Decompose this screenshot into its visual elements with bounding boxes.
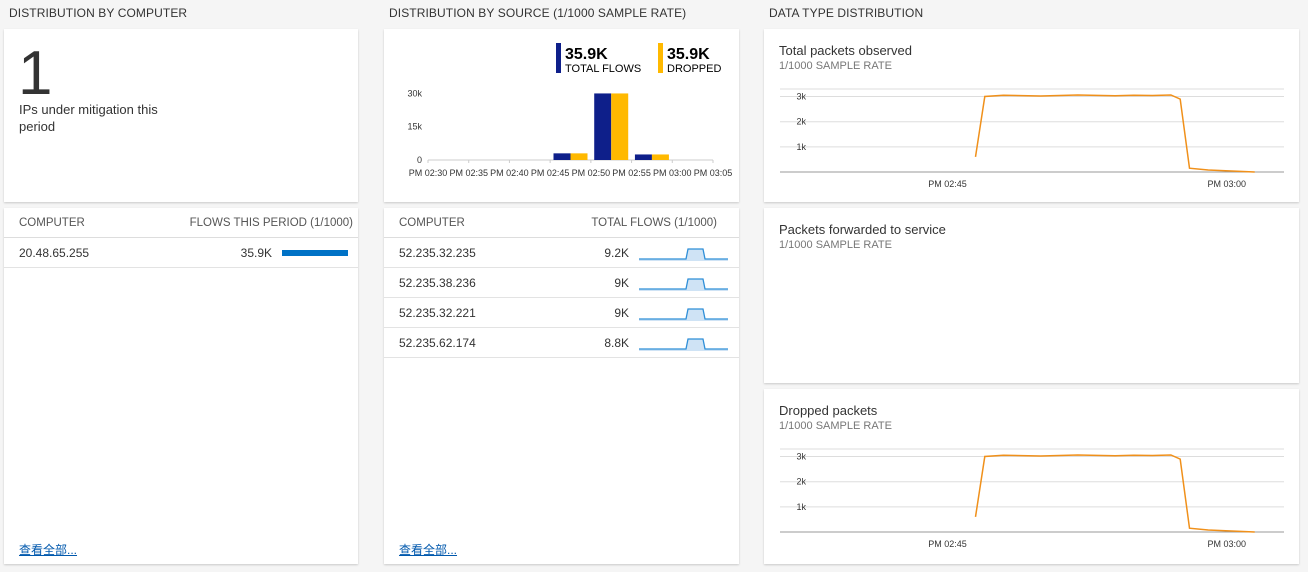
row-flows: 9K	[614, 276, 629, 290]
forwarded-packets-tile[interactable]: Packets forwarded to service 1/1000 SAMP…	[764, 208, 1299, 383]
computer-table-header: COMPUTER FLOWS THIS PERIOD (1/1000)	[4, 208, 358, 238]
col-header-total-flows[interactable]: TOTAL FLOWS (1/1000)	[591, 217, 717, 229]
tile-title: Packets forwarded to service	[779, 222, 946, 237]
x-tick-label: PM 02:45	[531, 168, 570, 178]
row-ip: 52.235.32.235	[399, 246, 476, 260]
y-tick-label: 2k	[796, 477, 806, 487]
see-all-link[interactable]: 查看全部...	[19, 541, 77, 558]
series-line	[974, 94, 1255, 173]
series-line	[974, 454, 1255, 533]
y-tick-label: 30k	[407, 88, 422, 98]
table-row[interactable]: 52.235.38.236 9K	[384, 268, 739, 298]
x-tick-label: PM 03:00	[1208, 539, 1247, 549]
flows-bar	[282, 250, 348, 256]
row-flows: 8.8K	[604, 336, 629, 350]
sparkline-line	[639, 338, 728, 350]
legend-value-dropped: 35.9K	[667, 46, 710, 63]
source-bar-chart: 35.9K TOTAL FLOWS 35.9K DROPPED 0 15k 30k P…	[407, 43, 733, 178]
row-flows: 9.2K	[604, 246, 629, 260]
table-row[interactable]: 52.235.32.235 9.2K	[384, 238, 739, 268]
bar-total-flows	[553, 153, 571, 160]
row-ip: 52.235.32.221	[399, 306, 476, 320]
bar-dropped	[611, 93, 629, 160]
legend-label-dropped: DROPPED	[667, 63, 721, 75]
source-table-header: COMPUTER TOTAL FLOWS (1/1000)	[384, 208, 739, 238]
total-packets-tile[interactable]: Total packets observed 1/1000 SAMPLE RAT…	[764, 29, 1299, 202]
total-packets-line-chart: 1k 2k 3k PM 02:45 PM 03:00	[780, 88, 1284, 189]
sparkline-line	[639, 248, 728, 260]
x-tick-label: PM 03:00	[1208, 179, 1247, 189]
table-row[interactable]: 52.235.62.174 8.8K	[384, 328, 739, 358]
tile-subtitle: 1/1000 SAMPLE RATE	[779, 239, 892, 251]
col-header-computer[interactable]: COMPUTER	[399, 217, 465, 229]
mitigation-caption: IPs under mitigation this period	[19, 102, 158, 134]
sparkline-line	[639, 308, 728, 320]
y-tick-label: 2k	[796, 117, 806, 127]
section-title-source: DISTRIBUTION BY SOURCE (1/1000 SAMPLE RA…	[389, 6, 687, 20]
bar-total-flows	[634, 154, 652, 160]
dropped-packets-line-chart: 1k 2k 3k PM 02:45 PM 03:00	[780, 448, 1284, 549]
table-row[interactable]: 52.235.32.221 9K	[384, 298, 739, 328]
see-all-link[interactable]: 查看全部...	[399, 541, 457, 558]
x-tick-label: PM 02:45	[928, 539, 967, 549]
sparkline-line	[639, 278, 728, 290]
bar-total-flows	[594, 93, 612, 160]
legend-swatch-total	[556, 43, 561, 73]
flows-sparkline	[639, 308, 728, 321]
section-title-computer: DISTRIBUTION BY COMPUTER	[9, 6, 188, 20]
y-tick-label: 3k	[796, 452, 806, 462]
computer-table-tile: COMPUTER FLOWS THIS PERIOD (1/1000) 20.4…	[4, 208, 358, 564]
legend-label-total: TOTAL FLOWS	[565, 63, 641, 75]
x-tick-label: PM 02:55	[612, 168, 651, 178]
x-tick-label: PM 02:30	[409, 168, 448, 178]
x-tick-label: PM 02:50	[572, 168, 611, 178]
row-ip: 20.48.65.255	[19, 246, 90, 260]
bar-dropped	[570, 153, 588, 160]
dropped-packets-tile[interactable]: Dropped packets 1/1000 SAMPLE RATE 1k 2k 3…	[764, 389, 1299, 564]
y-tick-label: 1k	[796, 502, 806, 512]
mitigation-count: 1	[18, 39, 53, 108]
table-row[interactable]: 20.48.65.255 35.9K	[4, 238, 358, 268]
row-flows: 9K	[614, 306, 629, 320]
y-tick-label: 15k	[407, 122, 422, 132]
bar-dropped	[651, 154, 669, 160]
row-flows: 35.9K	[240, 246, 272, 260]
source-chart-tile[interactable]: 35.9K TOTAL FLOWS 35.9K DROPPED 0 15k 30k P…	[384, 29, 739, 202]
x-tick-label: PM 02:35	[449, 168, 488, 178]
row-ip: 52.235.62.174	[399, 336, 476, 350]
x-tick-label: PM 03:05	[694, 168, 733, 178]
x-tick-label: PM 02:40	[490, 168, 529, 178]
y-tick-label: 1k	[796, 142, 806, 152]
col-header-computer[interactable]: COMPUTER	[19, 217, 85, 229]
mitigation-tile[interactable]: 1 IPs under mitigation this period	[4, 29, 358, 202]
col-header-flows[interactable]: FLOWS THIS PERIOD (1/1000)	[190, 217, 353, 229]
x-tick-label: PM 03:00	[653, 168, 692, 178]
flows-sparkline	[639, 278, 728, 291]
legend-value-total: 35.9K	[565, 46, 608, 63]
row-ip: 52.235.38.236	[399, 276, 476, 290]
section-title-datatype: DATA TYPE DISTRIBUTION	[769, 6, 924, 20]
legend-swatch-dropped	[658, 43, 663, 73]
y-tick-label: 3k	[796, 92, 806, 102]
x-tick-label: PM 02:45	[928, 179, 967, 189]
source-table-tile: COMPUTER TOTAL FLOWS (1/1000) 52.235.32.…	[384, 208, 739, 564]
y-tick-label: 0	[417, 155, 422, 165]
flows-sparkline	[639, 338, 728, 351]
flows-sparkline	[639, 248, 728, 261]
